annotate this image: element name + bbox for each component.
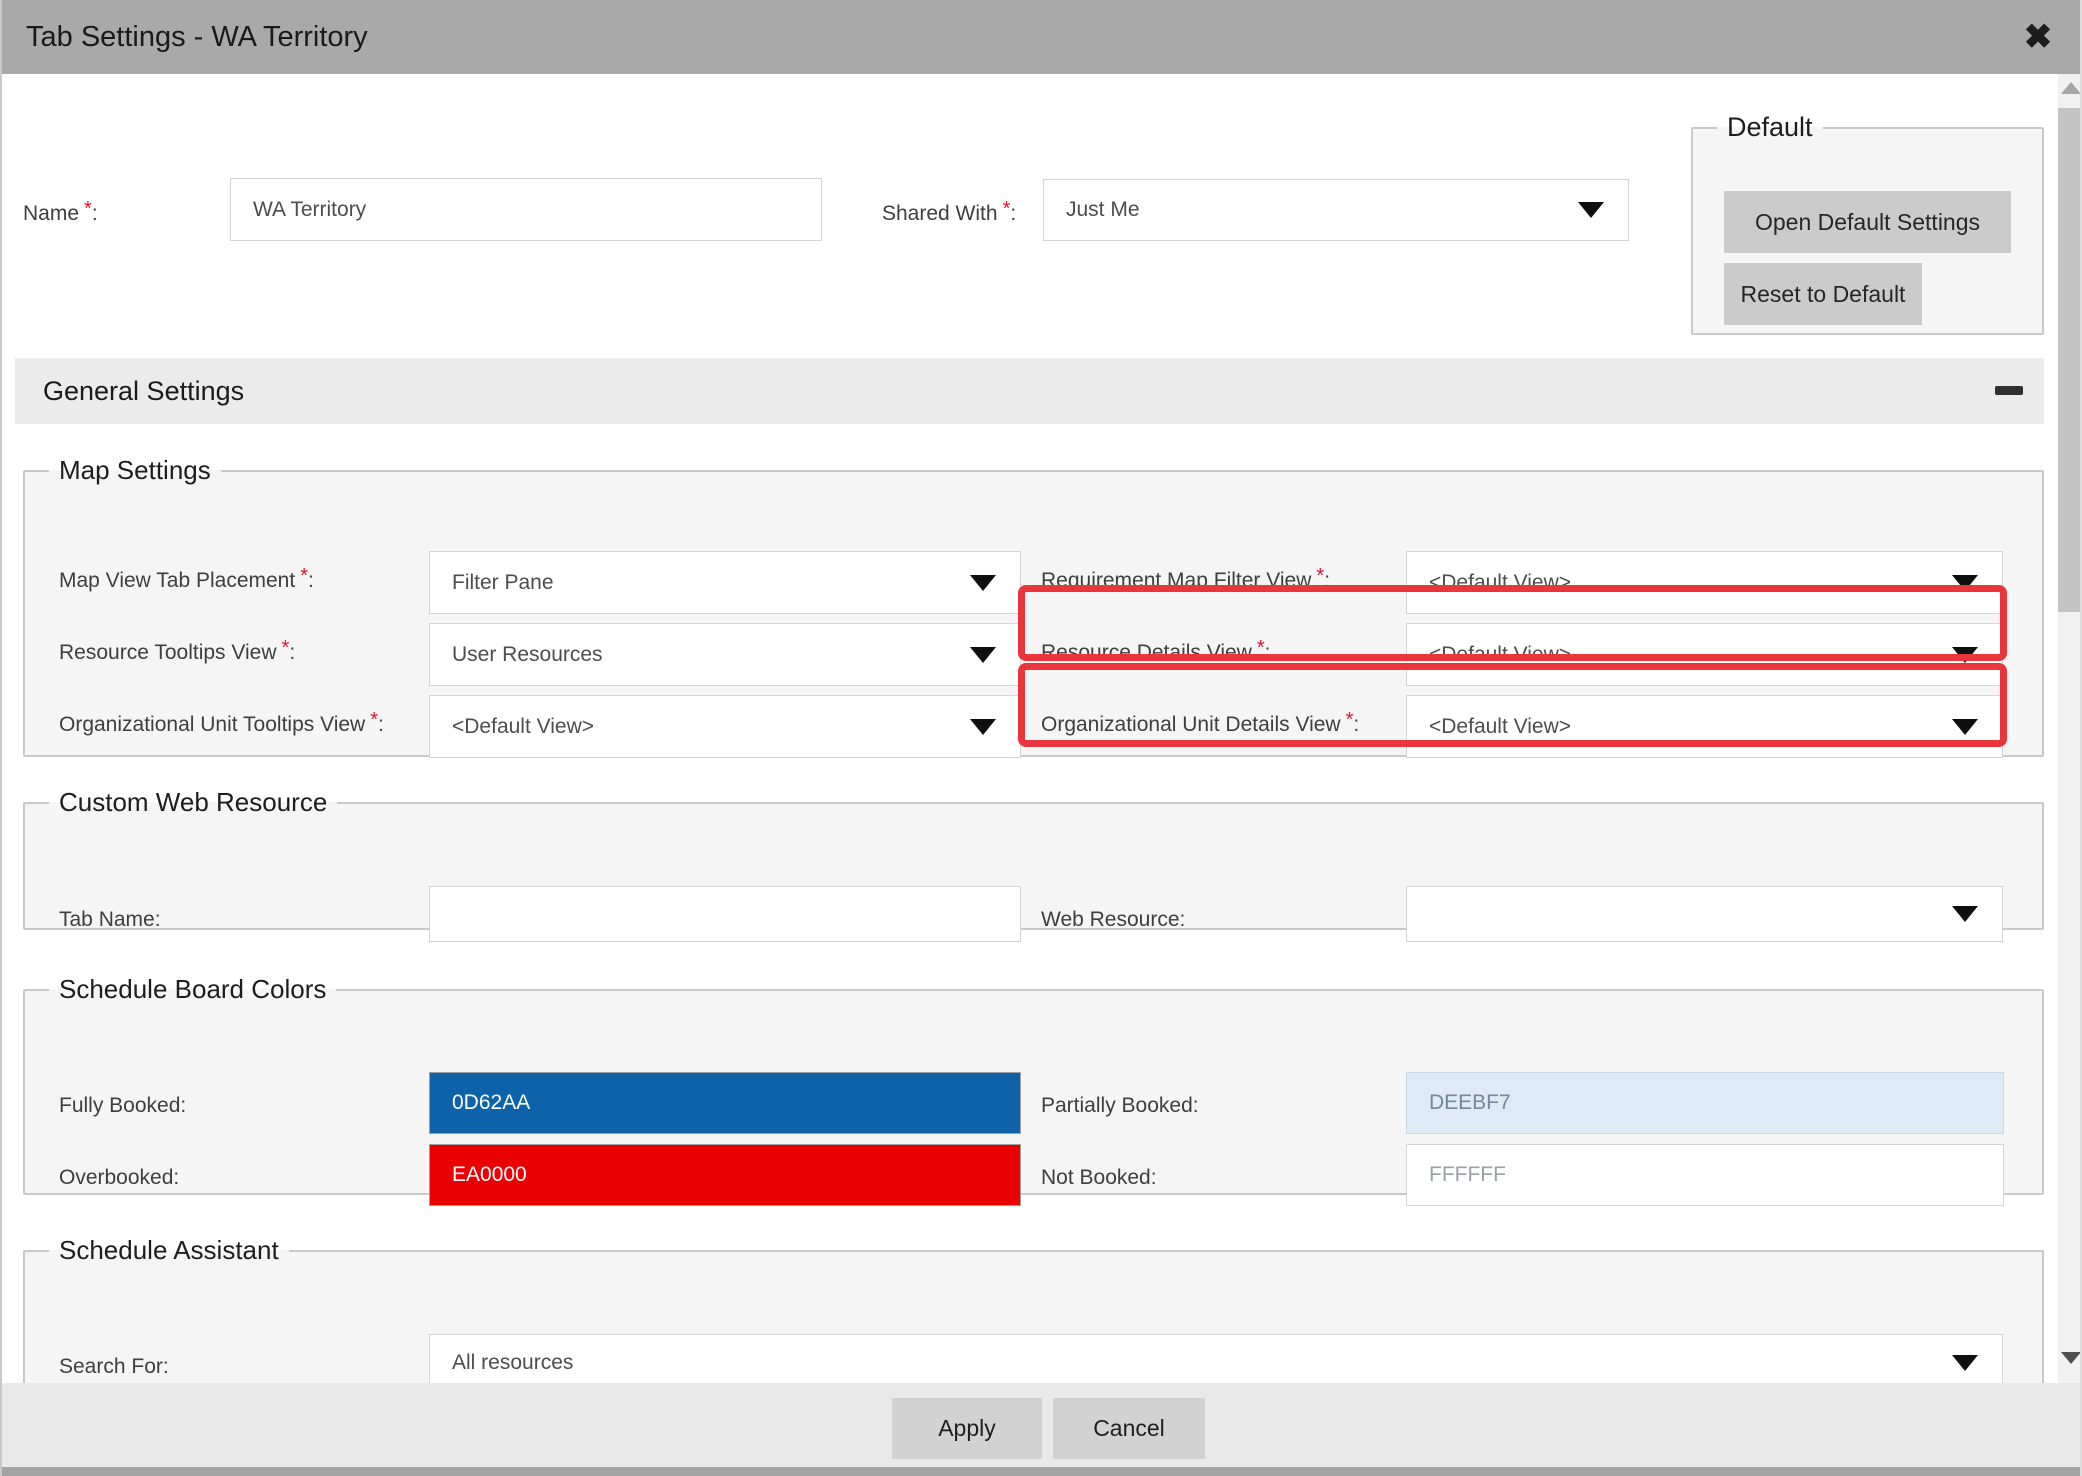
name-label: Name*: <box>23 202 98 226</box>
required-asterisk: * <box>282 637 290 659</box>
tab-settings-dialog: Tab Settings - WA Territory ✖ Name*: WA … <box>0 0 2082 1476</box>
chevron-down-icon <box>970 575 996 591</box>
requirement-map-filter-view-label: Requirement Map Filter View*: <box>1041 569 1330 593</box>
shared-with-label: Shared With*: <box>882 202 1016 226</box>
schedule-board-colors-fieldset: Schedule Board Colors Fully Booked: 0D62… <box>23 974 2044 1195</box>
required-asterisk: * <box>1316 565 1324 587</box>
scroll-down-icon <box>2061 1352 2081 1364</box>
close-icon: ✖ <box>2024 18 2053 56</box>
map-settings-fieldset: Map Settings Map View Tab Placement*: Fi… <box>23 455 2044 757</box>
partially-booked-color-input[interactable]: DEEBF7 <box>1406 1072 2004 1134</box>
organizational-unit-tooltips-view-label: Organizational Unit Tooltips View*: <box>59 713 384 737</box>
chevron-down-icon <box>970 647 996 663</box>
map-view-tab-placement-dropdown[interactable]: Filter Pane <box>429 551 1021 614</box>
open-default-settings-button[interactable]: Open Default Settings <box>1724 191 2011 253</box>
overbooked-color-input[interactable]: EA0000 <box>429 1144 1021 1206</box>
organizational-unit-details-view-label: Organizational Unit Details View*: <box>1041 713 1359 737</box>
overbooked-label: Overbooked: <box>59 1166 179 1190</box>
close-button[interactable]: ✖ <box>2010 0 2066 74</box>
schedule-assistant-legend: Schedule Assistant <box>49 1235 289 1266</box>
apply-button[interactable]: Apply <box>892 1398 1042 1459</box>
custom-web-resource-legend: Custom Web Resource <box>49 787 337 818</box>
scroll-up-button[interactable] <box>2058 74 2082 100</box>
dialog-titlebar: Tab Settings - WA Territory ✖ <box>2 0 2082 74</box>
fully-booked-label: Fully Booked: <box>59 1094 186 1118</box>
resource-tooltips-view-dropdown[interactable]: User Resources <box>429 623 1021 686</box>
schedule-assistant-fieldset: Schedule Assistant Search For: All resou… <box>23 1235 2044 1400</box>
requirement-map-filter-view-dropdown[interactable]: <Default View> <box>1406 551 2003 614</box>
window-bottom-border <box>2 1467 2082 1476</box>
chevron-down-icon <box>1952 1355 1978 1371</box>
chevron-down-icon <box>970 719 996 735</box>
chevron-down-icon <box>1952 906 1978 922</box>
footer-bar: Apply Cancel <box>2 1383 2082 1467</box>
collapse-minus-icon[interactable] <box>1995 386 2023 395</box>
required-asterisk: * <box>84 198 92 220</box>
chevron-down-icon <box>1952 575 1978 591</box>
shared-with-dropdown[interactable]: Just Me <box>1043 179 1629 241</box>
not-booked-color-input[interactable]: FFFFFF <box>1406 1144 2004 1206</box>
partially-booked-label: Partially Booked: <box>1041 1094 1199 1118</box>
dialog-title: Tab Settings - WA Territory <box>26 0 368 74</box>
reset-to-default-button[interactable]: Reset to Default <box>1724 263 1922 325</box>
schedule-board-colors-legend: Schedule Board Colors <box>49 974 336 1005</box>
name-input[interactable]: WA Territory <box>230 178 822 241</box>
required-asterisk: * <box>1257 637 1265 659</box>
general-settings-header[interactable]: General Settings <box>15 358 2044 424</box>
web-resource-label: Web Resource: <box>1041 908 1185 932</box>
cancel-button[interactable]: Cancel <box>1053 1398 1205 1459</box>
default-fieldset: Default Open Default Settings Reset to D… <box>1691 112 2044 335</box>
scrollbar-thumb[interactable] <box>2058 108 2082 612</box>
custom-web-resource-fieldset: Custom Web Resource Tab Name: Web Resour… <box>23 787 2044 930</box>
shared-with-value: Just Me <box>1066 198 1140 222</box>
not-booked-label: Not Booked: <box>1041 1166 1157 1190</box>
name-input-value: WA Territory <box>253 198 366 222</box>
required-asterisk: * <box>1346 709 1354 731</box>
required-asterisk: * <box>300 565 308 587</box>
web-resource-dropdown[interactable] <box>1406 886 2003 942</box>
required-asterisk: * <box>1003 198 1011 220</box>
chevron-down-icon <box>1952 647 1978 663</box>
general-settings-title: General Settings <box>43 358 244 424</box>
tab-name-input[interactable] <box>429 886 1021 942</box>
required-asterisk: * <box>370 709 378 731</box>
resource-tooltips-view-label: Resource Tooltips View*: <box>59 641 295 665</box>
fully-booked-color-input[interactable]: 0D62AA <box>429 1072 1021 1134</box>
organizational-unit-tooltips-view-dropdown[interactable]: <Default View> <box>429 695 1021 758</box>
scroll-up-icon <box>2061 82 2081 94</box>
vertical-scrollbar[interactable] <box>2058 74 2082 1383</box>
scroll-down-button[interactable] <box>2058 1346 2082 1372</box>
map-view-tab-placement-label: Map View Tab Placement*: <box>59 569 314 593</box>
search-for-label: Search For: <box>59 1355 169 1379</box>
resource-details-view-label: Resource Details View*: <box>1041 641 1271 665</box>
default-legend: Default <box>1717 112 1823 143</box>
resource-details-view-dropdown[interactable]: <Default View> <box>1406 623 2003 686</box>
tab-name-label: Tab Name: <box>59 908 161 932</box>
chevron-down-icon <box>1952 719 1978 735</box>
map-settings-legend: Map Settings <box>49 455 221 486</box>
chevron-down-icon <box>1578 202 1604 218</box>
organizational-unit-details-view-dropdown[interactable]: <Default View> <box>1406 695 2003 758</box>
